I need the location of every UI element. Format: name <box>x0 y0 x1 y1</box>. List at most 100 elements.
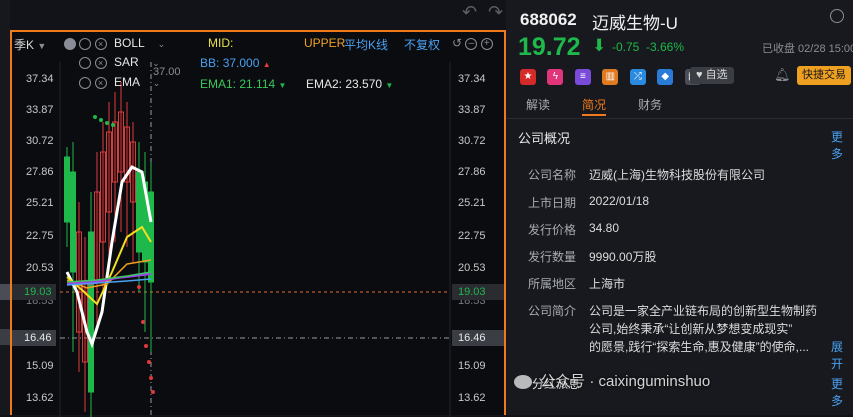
y-tick-right: 25.21 <box>458 197 486 209</box>
candle-body <box>88 231 94 393</box>
stock-detail-panel: 688062 迈威生物-U 19.72 ⬇ -0.75 -3.66% 已收盘 0… <box>506 0 853 415</box>
sar-label: SAR <box>114 55 139 69</box>
average-kline-toggle[interactable]: 平均K线 <box>344 36 388 53</box>
mid-label: MID: <box>208 36 234 50</box>
sar-dot <box>99 118 103 122</box>
sar-dot <box>93 115 97 119</box>
crosshair-price-tag-left: 16.46 <box>12 330 56 346</box>
candle-body <box>136 171 142 253</box>
profile-row-label: 上市日期 <box>528 196 577 210</box>
sar-dot <box>147 360 151 364</box>
down-triangle-icon: ▼ <box>385 81 394 90</box>
y-tick-left: 37.34 <box>26 73 54 85</box>
tab-finance[interactable]: 财务 <box>638 96 662 113</box>
profile-row-label: 发行价格 <box>528 223 577 237</box>
ema2-readout: EMA2: 23.570 ▼ <box>306 77 393 91</box>
current-price-tag-right: 19.03 <box>452 284 504 300</box>
hover-price-label: 37.00 <box>153 66 181 78</box>
add-watchlist-label: 自选 <box>705 69 728 81</box>
profile-row-value: 34.80 <box>589 221 620 235</box>
watermark-text: 公众号 · caixinguminshuo <box>540 373 711 390</box>
profile-row-value: 2022/01/18 <box>589 194 650 208</box>
boll-label: BOLL <box>114 36 145 50</box>
tab-divider <box>506 118 853 119</box>
ema1-value: 21.114 <box>239 77 276 91</box>
toggle-visibility-icon[interactable] <box>64 37 76 50</box>
ema2-value: 23.570 <box>345 77 383 91</box>
adjust-mode-toggle[interactable]: 不复权 <box>404 36 440 53</box>
ema-label: EMA <box>114 75 140 89</box>
ema-indicator-control[interactable]: × EMA ⌄ <box>64 75 160 89</box>
close-icon[interactable]: × <box>94 56 107 69</box>
sar-dot <box>105 121 109 125</box>
database-icon[interactable]: ≡ <box>574 68 591 85</box>
lightning-icon[interactable]: ϟ <box>547 68 564 85</box>
minus-circle-icon[interactable]: – <box>465 37 478 50</box>
tag-icon[interactable]: ◆ <box>657 68 674 85</box>
left-edge-strip <box>0 0 10 415</box>
left-price-marker <box>0 284 10 300</box>
chart-window-controls: ↺ – + <box>452 36 493 50</box>
y-tick-right: 13.62 <box>458 392 486 404</box>
plus-circle-icon[interactable]: + <box>480 37 493 50</box>
tab-analysis[interactable]: 解读 <box>526 96 550 113</box>
y-tick-left: 20.53 <box>26 262 54 274</box>
down-triangle-icon: ▼ <box>278 81 287 90</box>
shuffle-icon[interactable]: ⤮ <box>629 68 646 85</box>
intro-line: 公司是一家全产业链布局的创新型生物制药 <box>589 304 818 318</box>
gear-icon[interactable] <box>830 9 844 23</box>
intro-line: 的愿景,践行“探索生命,惠及健康”的使命,... <box>589 340 809 354</box>
down-arrow-icon: ⬇ <box>592 36 607 55</box>
stock-code: 688062 <box>520 10 577 29</box>
ema1-readout: EMA1: 21.114 ▼ <box>200 77 286 91</box>
bb-value: 37.000 <box>222 56 260 70</box>
price-change: -0.75 <box>612 40 640 54</box>
gear-icon[interactable] <box>79 37 92 50</box>
profile-more-link[interactable]: 更多 <box>831 128 853 162</box>
profile-row-label: 发行数量 <box>528 250 577 264</box>
period-selector[interactable]: 季K ▼ <box>14 36 46 53</box>
profile-row-value: 9990.00万股 <box>589 250 657 264</box>
expand-intro-link[interactable]: 展开 <box>831 338 853 372</box>
price-change-pct: -3.66% <box>646 40 685 54</box>
boll-indicator-control[interactable]: × BOLL ⌄ <box>64 36 165 50</box>
y-tick-right: 27.86 <box>458 166 486 178</box>
sar-dot <box>137 285 141 289</box>
current-price-tag-left: 19.03 <box>12 284 56 300</box>
sar-dot <box>144 344 148 348</box>
y-tick-right: 20.53 <box>458 262 486 274</box>
close-icon[interactable]: × <box>94 76 107 89</box>
close-icon[interactable]: × <box>94 37 107 50</box>
watermark: 公众号 · caixinguminshuo <box>514 370 710 391</box>
chevron-down-icon[interactable]: ⌄ <box>153 78 161 88</box>
redo-arrow-icon[interactable]: ↷ <box>488 2 503 23</box>
gear-icon[interactable] <box>79 76 92 89</box>
dividend-more-link[interactable]: 更多 <box>831 375 853 409</box>
intro-label: 公司简介 <box>528 304 577 318</box>
left-price-marker-2 <box>0 329 10 345</box>
sar-dot <box>151 390 155 394</box>
wechat-icon <box>514 375 532 390</box>
reset-icon[interactable]: ↺ <box>452 36 462 50</box>
upper-label: UPPER <box>304 36 346 50</box>
sar-dot <box>149 376 153 380</box>
cn-flag-icon[interactable]: ★ <box>520 68 536 85</box>
y-tick-right: 30.72 <box>458 135 486 147</box>
bell-icon[interactable]: 🔔︎ <box>774 67 791 83</box>
up-triangle-icon: ▲ <box>262 60 271 69</box>
stock-name: 迈威生物-U <box>592 14 678 33</box>
active-tab-underline <box>582 114 606 116</box>
undo-arrow-icon[interactable]: ↶ <box>462 2 477 23</box>
quick-trade-button[interactable]: 快捷交易 <box>797 66 851 85</box>
chart-bars-icon[interactable]: ▥ <box>602 68 619 85</box>
heart-icon: ♥ <box>696 69 703 81</box>
chevron-down-icon[interactable]: ⌄ <box>158 39 166 49</box>
add-watchlist-button[interactable]: ♥ 自选 <box>690 67 734 84</box>
profile-row-label: 所属地区 <box>528 277 577 291</box>
chevron-down-icon: ▼ <box>37 41 47 51</box>
last-price: 19.72 <box>518 33 581 61</box>
tab-profile[interactable]: 简况 <box>582 96 606 113</box>
kline-chart-panel[interactable]: 季K ▼ × BOLL ⌄ MID: UPPER 平均K线 不复权 ↺ – + … <box>10 30 506 417</box>
gear-icon[interactable] <box>79 56 92 69</box>
sar-indicator-control[interactable]: × SAR ⌄ <box>64 55 160 69</box>
